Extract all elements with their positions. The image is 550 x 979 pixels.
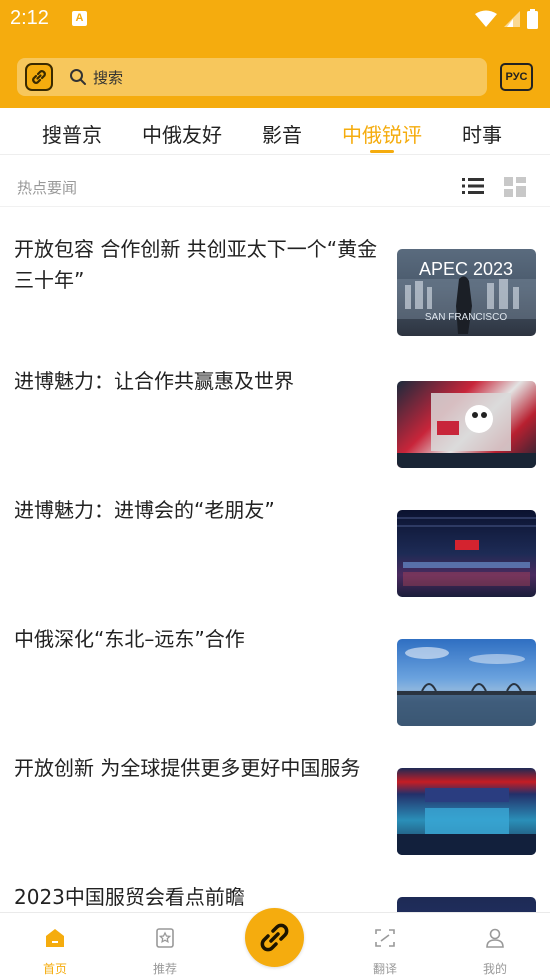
- news-thumbnail: APEC 2023 SAN FRANCISCO: [397, 249, 536, 336]
- thumbnail-art: [397, 517, 536, 586]
- battery-icon: [527, 9, 538, 29]
- app-header: 2:12 A 搜索 РУС: [0, 0, 550, 108]
- nav-home[interactable]: 首页: [15, 913, 95, 979]
- thumbnail-art: APEC 2023 SAN FRANCISCO: [397, 259, 536, 334]
- news-thumbnail: [397, 510, 536, 597]
- thumbnail-art: [397, 788, 536, 855]
- news-title: 中俄深化“东北–远东”合作: [14, 627, 245, 651]
- thumb-sf-text: SAN FRANCISCO: [425, 312, 507, 323]
- tab-china-russia-friendship[interactable]: 中俄友好: [142, 119, 222, 148]
- news-title: 进博魅力：让合作共赢惠及世界: [14, 369, 294, 393]
- system-icons: [475, 9, 538, 29]
- active-tab-indicator: [370, 150, 394, 153]
- wifi-icon: [475, 10, 497, 27]
- news-title: 开放包容 合作创新 共创亚太下一个“黄金三十年”: [14, 237, 378, 292]
- user-icon: [486, 928, 504, 948]
- tab-current-affairs[interactable]: 时事: [462, 119, 502, 148]
- tab-media[interactable]: 影音: [262, 119, 302, 148]
- nav-profile-label: 我的: [482, 962, 507, 976]
- nav-recommend[interactable]: 推荐: [125, 913, 205, 979]
- home-icon: [46, 929, 64, 947]
- search-placeholder: 搜索: [93, 69, 124, 87]
- star-bookmark-icon: [156, 928, 174, 948]
- section-header: 热点要闻: [0, 155, 550, 207]
- search-bar[interactable]: 搜索: [17, 58, 487, 96]
- nav-translate[interactable]: 翻译: [345, 913, 425, 979]
- link-icon: [32, 70, 46, 84]
- news-thumbnail: [397, 639, 536, 726]
- link-button[interactable]: [25, 63, 53, 91]
- scan-translate-icon: [375, 929, 395, 947]
- nav-translate-label: 翻译: [372, 962, 397, 976]
- news-item[interactable]: 中俄深化“东北–远东”合作: [0, 624, 550, 753]
- link-icon: [260, 923, 289, 952]
- section-title: 热点要闻: [17, 179, 78, 197]
- news-item[interactable]: 开放包容 合作创新 共创亚太下一个“黄金三十年” APEC 2023 SAN F…: [0, 234, 550, 363]
- language-button[interactable]: РУС: [500, 63, 533, 91]
- status-time: 2:12: [10, 7, 49, 29]
- search-icon: [70, 69, 86, 85]
- status-bar: 2:12 A: [0, 0, 550, 38]
- news-title: 进博魅力：进博会的“老朋友”: [14, 498, 275, 522]
- thumb-apec-text: APEC 2023: [419, 259, 513, 279]
- news-thumbnail: [397, 381, 536, 468]
- news-title: 2023中国服贸会看点前瞻: [14, 885, 245, 909]
- nav-home-label: 首页: [42, 962, 67, 976]
- thumbnail-art: [397, 647, 536, 726]
- nav-recommend-label: 推荐: [152, 962, 177, 976]
- grid-view-icon[interactable]: [504, 177, 526, 197]
- nav-profile[interactable]: 我的: [455, 913, 535, 979]
- signal-icon: [504, 11, 520, 27]
- center-link-button[interactable]: [245, 908, 304, 967]
- notification-icon: A: [72, 11, 87, 26]
- news-thumbnail: [397, 768, 536, 855]
- news-item[interactable]: 开放创新 为全球提供更多更好中国服务: [0, 753, 550, 882]
- thumbnail-art: [397, 393, 536, 468]
- news-item[interactable]: 进博魅力：让合作共赢惠及世界: [0, 366, 550, 495]
- list-view-icon[interactable]: [462, 177, 484, 195]
- news-title: 开放创新 为全球提供更多更好中国服务: [14, 756, 361, 780]
- category-tabs: 搜普京 中俄友好 影音 中俄锐评 时事: [0, 108, 550, 155]
- news-item[interactable]: 进博魅力：进博会的“老朋友”: [0, 495, 550, 624]
- tab-putin[interactable]: 搜普京: [42, 119, 102, 148]
- tab-commentary[interactable]: 中俄锐评: [342, 119, 422, 148]
